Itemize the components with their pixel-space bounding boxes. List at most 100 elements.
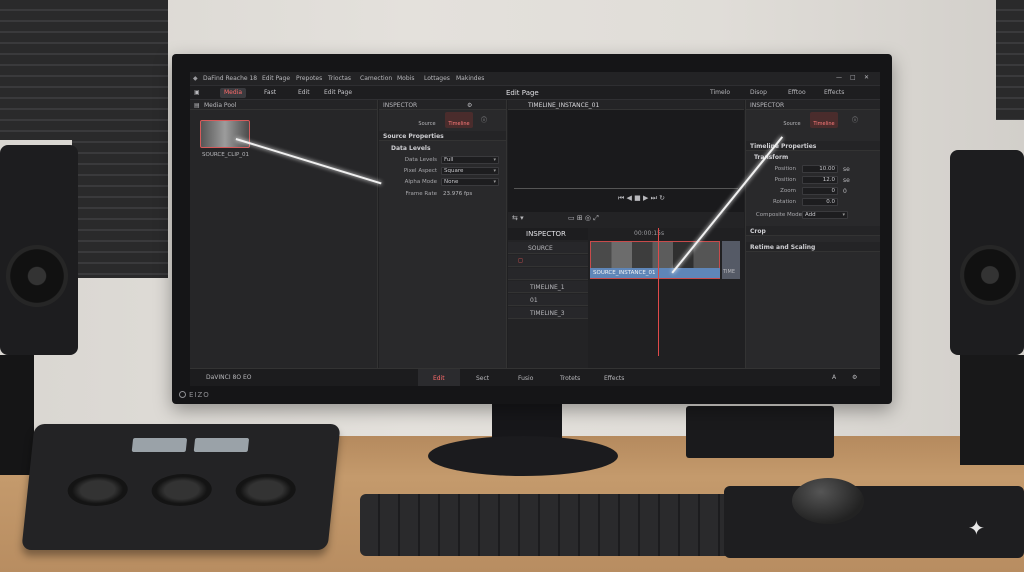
panel-header: TIMELINE_INSTANCE_01: [508, 100, 744, 110]
data-levels-select[interactable]: Full ▾: [441, 156, 499, 164]
playhead[interactable]: [658, 228, 659, 356]
trackball: [234, 474, 298, 506]
speaker-stand: [0, 355, 34, 475]
maximize-icon[interactable]: □: [850, 74, 856, 81]
tab-edit[interactable]: Edit: [294, 88, 314, 98]
version-label: DaVINCI 8O EO: [206, 374, 252, 381]
info-icon[interactable]: ⓘ: [481, 115, 487, 124]
menu-item[interactable]: Camection: [360, 75, 392, 82]
menu-item[interactable]: Trioctas: [328, 75, 351, 82]
section-header: Source Properties: [379, 131, 506, 141]
tab-source[interactable]: Source: [413, 112, 441, 128]
panel-header: INSPECTOR ⚙: [379, 100, 506, 110]
menu-item[interactable]: Lottages: [424, 75, 450, 82]
pixel-aspect-select[interactable]: Square ▾: [441, 167, 499, 175]
minimize-icon[interactable]: —: [836, 74, 842, 81]
alpha-mode-select[interactable]: None ▾: [441, 178, 499, 186]
monitor-brand: EIZO: [189, 391, 210, 399]
chevron-down-icon: ▾: [842, 212, 845, 218]
panel-display: [193, 438, 250, 452]
woofer: [6, 245, 68, 307]
track-name: 01: [530, 297, 538, 304]
crop-section: Crop: [750, 228, 766, 235]
footer-tab[interactable]: Trotets: [560, 375, 580, 382]
right-inspector-panel: INSPECTOR Source Timeline ⓘ Timeline Pro…: [745, 100, 880, 368]
clip-thumbnail[interactable]: [200, 120, 250, 148]
menu-item[interactable]: Makindes: [456, 75, 484, 82]
footer-tab-edit[interactable]: Edit: [433, 375, 445, 382]
position-y-field[interactable]: 12.0: [802, 176, 838, 184]
clip-name: SOURCE_CLIP_01: [202, 152, 250, 158]
app-logo-icon: ◆: [193, 75, 198, 82]
field-label: Alpha Mode: [404, 179, 437, 185]
page-title: Edit Page: [506, 89, 539, 97]
tab-display[interactable]: Disop: [750, 89, 767, 96]
acoustic-panel: [996, 0, 1024, 120]
footer-icon[interactable]: A: [832, 374, 836, 381]
track-header: [508, 268, 588, 280]
zoom-field[interactable]: 0: [802, 187, 838, 195]
group-title: Transform: [754, 154, 789, 161]
tab-timeline-right[interactable]: Timelo: [710, 89, 730, 96]
color-control-panel: [21, 424, 341, 550]
panel-display: [131, 438, 188, 452]
tab-source[interactable]: Source: [778, 112, 806, 128]
tab-effects-a[interactable]: Efftoo: [788, 89, 806, 96]
timeline-name: TIMELINE_INSTANCE_01: [528, 102, 600, 109]
chevron-down-icon: ▾: [493, 168, 496, 174]
tab-effects-b[interactable]: Effects: [824, 89, 844, 96]
menu-item[interactable]: Edit Page: [262, 75, 290, 82]
track-name: SOURCE: [528, 245, 553, 252]
section-header[interactable]: Retime and Scaling: [746, 242, 880, 252]
settings-icon[interactable]: ⚙: [467, 102, 472, 109]
clip-label: TIME: [723, 269, 736, 275]
tab-fast[interactable]: Fast: [260, 88, 280, 98]
section-title: Source Properties: [383, 133, 444, 140]
section-header: Timeline Properties: [746, 141, 880, 151]
timeline-clip-2[interactable]: TIME: [722, 241, 740, 279]
tab-timeline[interactable]: Timeline: [445, 112, 473, 128]
footer-tab[interactable]: Effects: [604, 375, 624, 382]
tab-edit-page[interactable]: Edit Page: [320, 88, 356, 98]
menu-item[interactable]: Mobis: [397, 75, 414, 82]
composite-mode-select[interactable]: Add ▾: [802, 211, 848, 219]
right-speaker: [950, 150, 1024, 355]
tab-timeline[interactable]: Timeline: [810, 112, 838, 128]
timeline-inspector-label: INSPECTOR: [526, 230, 566, 238]
desk-box: [686, 406, 834, 458]
info-icon[interactable]: ⓘ: [852, 115, 858, 124]
position-x-field[interactable]: 10.00: [802, 165, 838, 173]
footer-tab[interactable]: Fusio: [518, 375, 533, 382]
chevron-down-icon: ▾: [493, 179, 496, 185]
menu-item[interactable]: Prepotes: [296, 75, 322, 82]
field-value: Square: [444, 168, 464, 174]
close-icon[interactable]: ✕: [864, 74, 869, 81]
inspector-title: INSPECTOR: [383, 102, 418, 109]
field-label: Zoom: [780, 188, 796, 194]
unit: se: [843, 177, 850, 184]
page-footer: DaVINCI 8O EO Edit Sect Fusio Trotets Ef…: [190, 368, 880, 386]
footer-tab[interactable]: Sect: [476, 375, 489, 382]
edit-tools-icon[interactable]: ▭ ⊞ ◎ ⤢: [568, 214, 599, 223]
field-label: Data Levels: [404, 157, 437, 163]
timeline-tools[interactable]: ⇆ ▾: [512, 214, 524, 222]
media-pool-panel: ▤ Media Pool SOURCE_CLIP_01: [190, 100, 378, 368]
left-speaker: [0, 145, 78, 355]
field-label: Pixel Aspect: [403, 168, 437, 174]
section-header[interactable]: Crop: [746, 226, 880, 236]
media-pool-icon: ▤: [194, 102, 200, 109]
rotation-field[interactable]: 0.0: [802, 198, 838, 206]
transport-controls[interactable]: ⏮ ◀ ■ ▶ ⏭ ↻: [618, 194, 665, 203]
inspector-title: INSPECTOR: [750, 102, 785, 109]
timeline-tracks[interactable]: 00:00:15s SOURCE_INSTANCE_01 TIME: [588, 228, 744, 368]
field-label: Position: [774, 177, 796, 183]
acoustic-panel: [0, 0, 78, 140]
tab-media[interactable]: Media: [220, 88, 247, 98]
scrubber-track[interactable]: [514, 188, 738, 189]
unit: se: [843, 166, 850, 173]
field-value: None: [444, 179, 459, 185]
panel-toggle-icon[interactable]: ▣: [194, 89, 200, 96]
record-icon[interactable]: ◻: [518, 257, 523, 264]
track-header: SOURCE: [508, 242, 588, 254]
settings-icon[interactable]: ⚙: [852, 374, 857, 381]
